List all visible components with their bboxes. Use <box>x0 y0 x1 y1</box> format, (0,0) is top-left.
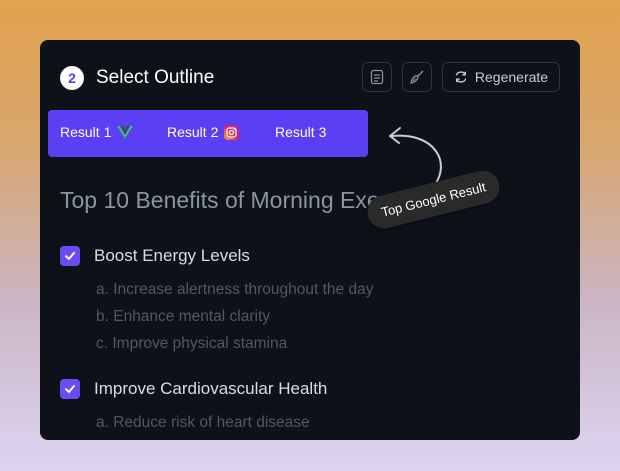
tab-label: Result 1 <box>60 124 112 140</box>
outline-subitem: c. Improve physical stamina <box>96 335 288 352</box>
card-header: 2 Select Outline <box>60 66 214 90</box>
regenerate-button[interactable]: Regenerate <box>442 62 560 92</box>
document-icon <box>370 69 384 85</box>
clear-button[interactable] <box>402 62 432 92</box>
refresh-icon <box>455 71 467 83</box>
outline-subitem: b. Enhance mental clarity <box>96 308 271 325</box>
outline-card: 2 Select Outline Regenerate Result 1 Res… <box>40 40 580 440</box>
page-title: Select Outline <box>96 67 215 88</box>
tab-result-2[interactable]: Result 2 <box>167 124 240 140</box>
section-title: Boost Energy Levels <box>94 246 250 265</box>
check-icon <box>65 252 75 260</box>
section-checkbox[interactable] <box>60 379 80 399</box>
broom-icon <box>410 70 424 84</box>
outline-subitem: a. Reduce risk of heart disease <box>96 414 310 431</box>
document-button[interactable] <box>362 62 392 92</box>
step-badge: 2 <box>60 66 84 90</box>
vue-icon <box>117 126 134 139</box>
tab-result-1[interactable]: Result 1 <box>60 124 134 140</box>
section-checkbox[interactable] <box>60 246 80 266</box>
regenerate-label: Regenerate <box>474 69 549 85</box>
outline-subitem: a. Increase alertness throughout the day <box>96 281 374 298</box>
tab-result-3[interactable]: Result 3 <box>275 124 326 140</box>
result-tabs: Result 1 Result 2 Result 3 <box>48 110 368 157</box>
tab-label: Result 3 <box>275 124 327 140</box>
outline-title: Top 10 Benefits of Morning Exe <box>60 187 380 213</box>
section-title: Improve Cardiovascular Health <box>94 379 328 398</box>
tab-label: Result 2 <box>167 124 219 140</box>
check-icon <box>65 385 75 393</box>
instagram-icon <box>224 124 240 140</box>
